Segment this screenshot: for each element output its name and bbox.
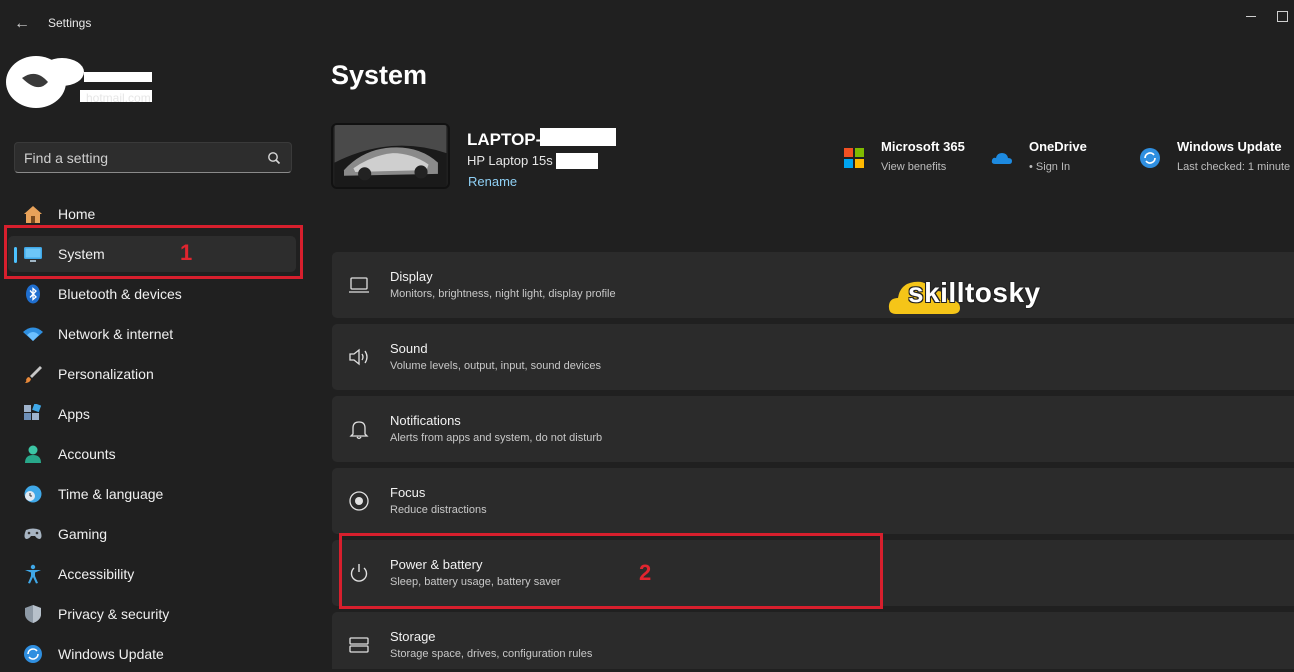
settings-card-display[interactable]: Display Monitors, brightness, night ligh… bbox=[332, 252, 1294, 318]
quick-link-subtitle: • Sign In bbox=[1029, 161, 1071, 173]
annotation-number-1: 1 bbox=[180, 240, 193, 265]
sidebar-item-apps[interactable]: Apps bbox=[8, 396, 296, 432]
sidebar-item-bluetooth[interactable]: Bluetooth & devices bbox=[8, 276, 296, 312]
redaction bbox=[540, 128, 616, 146]
card-subtitle: Volume levels, output, input, sound devi… bbox=[390, 360, 601, 372]
quick-link-title: Windows Update bbox=[1177, 139, 1282, 154]
account-email: hotmail.com bbox=[86, 91, 151, 105]
wifi-icon bbox=[23, 327, 43, 341]
storage-drive-icon bbox=[349, 637, 369, 653]
sidebar-item-label: Apps bbox=[58, 406, 90, 422]
maximize-button[interactable] bbox=[1272, 8, 1294, 28]
app-title: Settings bbox=[48, 16, 92, 30]
device-name: LAPTOP- bbox=[467, 130, 542, 149]
sidebar-item-label: Gaming bbox=[58, 526, 108, 542]
home-icon bbox=[24, 206, 42, 223]
device-model: HP Laptop 15s bbox=[467, 153, 553, 168]
sidebar-item-label: Home bbox=[58, 206, 96, 222]
sidebar-item-personalization[interactable]: Personalization bbox=[8, 356, 296, 392]
settings-card-notifications[interactable]: Notifications Alerts from apps and syste… bbox=[332, 396, 1294, 462]
sidebar-item-accounts[interactable]: Accounts bbox=[8, 436, 296, 472]
person-icon bbox=[25, 445, 41, 463]
card-subtitle: Monitors, brightness, night light, displ… bbox=[390, 288, 616, 300]
sidebar-item-label: Windows Update bbox=[58, 646, 164, 662]
settings-card-focus[interactable]: Focus Reduce distractions bbox=[332, 468, 1294, 534]
gamepad-icon bbox=[24, 528, 42, 539]
speaker-icon bbox=[349, 348, 368, 366]
page-title: System bbox=[331, 60, 428, 90]
sidebar-item-privacy-security[interactable]: Privacy & security bbox=[8, 596, 296, 632]
card-subtitle: Storage space, drives, configuration rul… bbox=[390, 648, 593, 660]
minimize-button[interactable] bbox=[1236, 8, 1266, 28]
card-title: Storage bbox=[390, 629, 436, 644]
sidebar-item-label: Personalization bbox=[58, 366, 154, 382]
settings-card-sound[interactable]: Sound Volume levels, output, input, soun… bbox=[332, 324, 1294, 390]
card-title: Focus bbox=[390, 485, 426, 500]
sidebar-item-gaming[interactable]: Gaming bbox=[8, 516, 296, 552]
sidebar-item-label: Privacy & security bbox=[58, 606, 170, 622]
quick-link-title: OneDrive bbox=[1029, 139, 1087, 154]
refresh-icon bbox=[24, 645, 42, 663]
rename-link[interactable]: Rename bbox=[468, 174, 517, 189]
paintbrush-icon bbox=[25, 366, 42, 383]
sidebar-item-label: Time & language bbox=[58, 486, 164, 502]
watermark-text: skilltosky bbox=[908, 277, 1041, 308]
accessibility-icon bbox=[25, 564, 41, 584]
card-title: Display bbox=[390, 269, 433, 284]
device-wallpaper-thumbnail bbox=[331, 123, 450, 189]
card-title: Notifications bbox=[390, 413, 461, 428]
microsoft-logo-icon bbox=[844, 148, 864, 168]
annotation-box-power bbox=[339, 533, 883, 609]
onedrive-cloud-icon bbox=[991, 153, 1012, 164]
laptop-icon bbox=[349, 277, 369, 293]
sidebar-item-label: Accounts bbox=[58, 446, 116, 462]
annotation-number-2: 2 bbox=[639, 560, 652, 585]
quick-link-subtitle: Last checked: 1 minute bbox=[1177, 161, 1291, 173]
clock-globe-icon bbox=[24, 485, 42, 503]
bell-icon bbox=[349, 421, 369, 440]
back-arrow-icon[interactable]: ← bbox=[8, 12, 36, 36]
card-title: Sound bbox=[390, 341, 428, 356]
apps-icon bbox=[24, 404, 42, 420]
sidebar-item-label: Bluetooth & devices bbox=[58, 286, 182, 302]
settings-card-storage[interactable]: Storage Storage space, drives, configura… bbox=[332, 612, 1294, 669]
sidebar-item-label: Network & internet bbox=[58, 326, 174, 342]
sidebar-item-accessibility[interactable]: Accessibility bbox=[8, 556, 296, 592]
search-icon[interactable] bbox=[267, 151, 281, 165]
focus-icon bbox=[349, 491, 369, 511]
onedrive-link[interactable]: OneDrive • Sign In bbox=[991, 138, 1101, 180]
annotation-box-system bbox=[4, 225, 303, 279]
refresh-icon bbox=[1140, 148, 1160, 168]
quick-link-subtitle: View benefits bbox=[881, 161, 947, 173]
skilltosky-watermark: skilltosky bbox=[888, 274, 1078, 318]
search-input[interactable] bbox=[24, 143, 264, 172]
quick-link-title: Microsoft 365 bbox=[881, 139, 965, 154]
search-box[interactable] bbox=[14, 142, 292, 173]
shield-icon bbox=[25, 605, 41, 623]
microsoft-365-link[interactable]: Microsoft 365 View benefits bbox=[843, 138, 978, 180]
sidebar-item-label: Accessibility bbox=[58, 566, 135, 582]
windows-update-link[interactable]: Windows Update Last checked: 1 minute bbox=[1139, 138, 1294, 180]
sidebar-item-time-language[interactable]: Time & language bbox=[8, 476, 296, 512]
sidebar-item-windows-update[interactable]: Windows Update bbox=[8, 636, 296, 672]
bluetooth-icon bbox=[26, 284, 40, 304]
card-subtitle: Alerts from apps and system, do not dist… bbox=[390, 432, 603, 444]
card-subtitle: Reduce distractions bbox=[390, 504, 487, 516]
sidebar-item-network[interactable]: Network & internet bbox=[8, 316, 296, 352]
redaction bbox=[556, 153, 598, 169]
